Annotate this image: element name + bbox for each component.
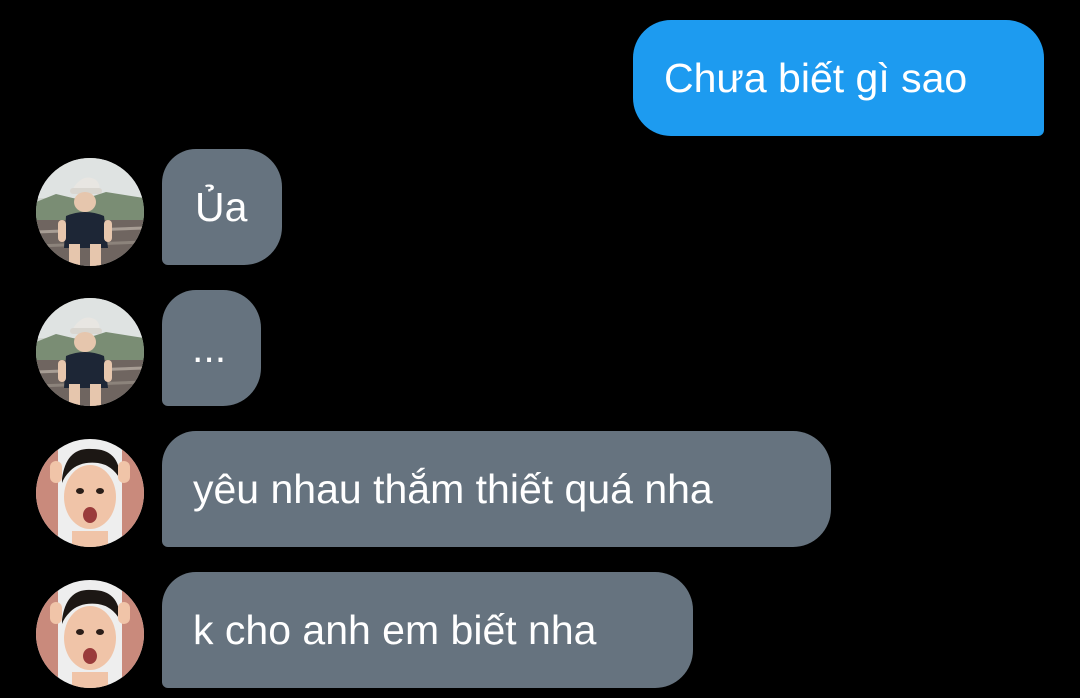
message-text: ... xyxy=(192,324,227,371)
message-text: Chưa biết gì sao xyxy=(664,54,968,101)
message-bubble-received[interactable]: yêu nhau thắm thiết quá nha xyxy=(162,431,831,547)
message-text: yêu nhau thắm thiết quá nha xyxy=(193,465,713,512)
message-bubble-sent[interactable]: Chưa biết gì sao xyxy=(633,20,1044,136)
man-avatar[interactable] xyxy=(36,580,144,688)
man-avatar[interactable] xyxy=(36,439,144,547)
message-bubble-received[interactable]: k cho anh em biết nha xyxy=(162,572,693,688)
message-bubble-received[interactable]: ... xyxy=(162,290,261,406)
message-text: k cho anh em biết nha xyxy=(193,606,597,653)
message-text: Ủa xyxy=(195,183,248,230)
message-bubble-received[interactable]: Ủa xyxy=(162,149,282,265)
chat-thread: Chưa biết gì sao Ủa ... yêu nhau thắm th… xyxy=(0,0,1080,698)
child-avatar[interactable] xyxy=(36,158,144,266)
child-avatar[interactable] xyxy=(36,298,144,406)
